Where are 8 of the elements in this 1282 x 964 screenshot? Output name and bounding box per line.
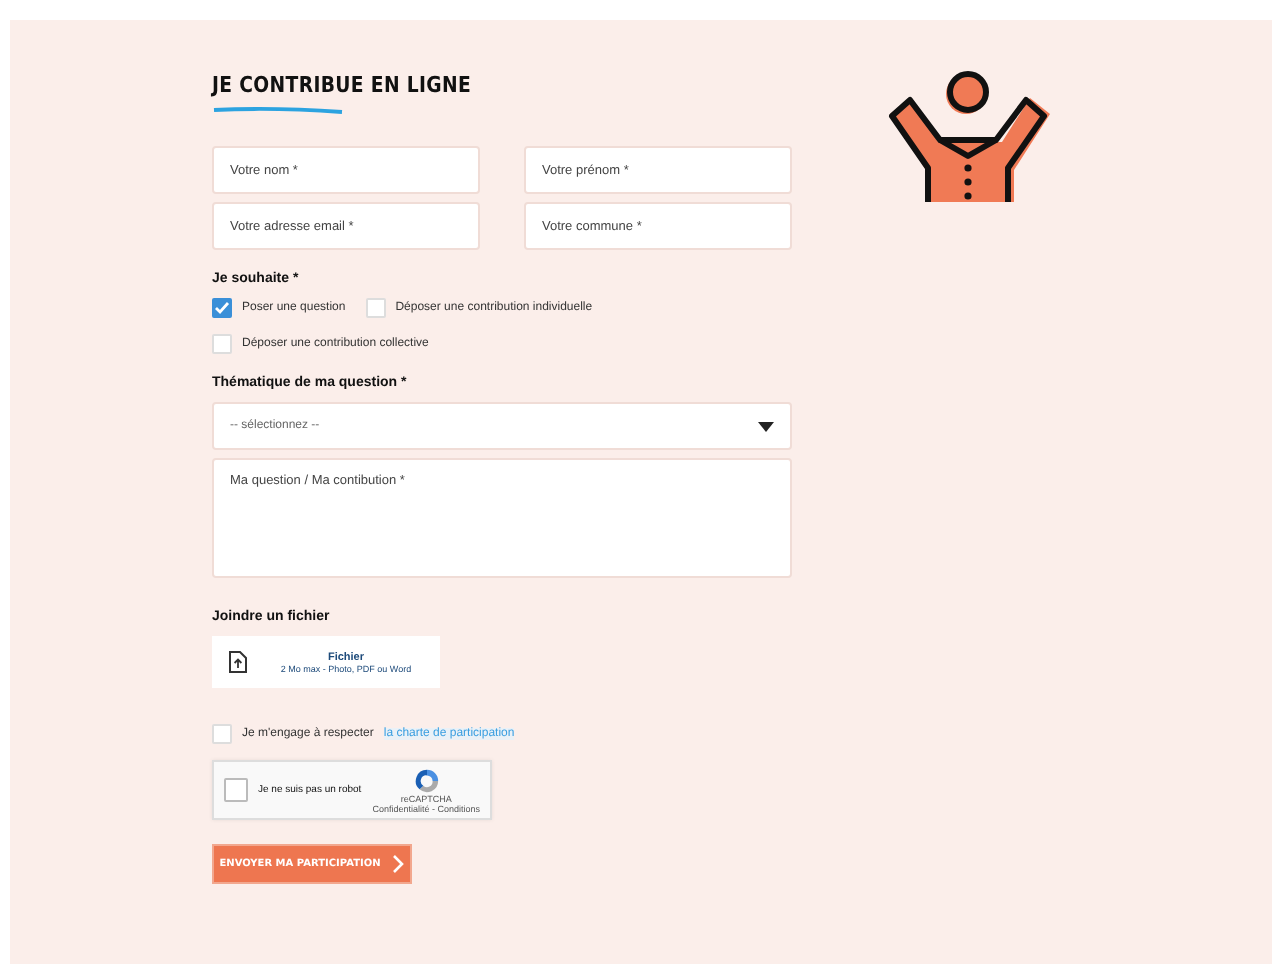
brush-underline: [212, 106, 344, 114]
caret-icon: [758, 421, 774, 431]
chevron-icon: [392, 854, 405, 874]
page-heading: JE CONTRIBUE EN LIGNE: [212, 72, 472, 98]
upload-file-icon: [228, 650, 248, 674]
recaptcha-icon: [413, 767, 440, 793]
captcha-checkbox[interactable]: [224, 778, 248, 802]
checkbox[interactable]: [212, 298, 232, 318]
